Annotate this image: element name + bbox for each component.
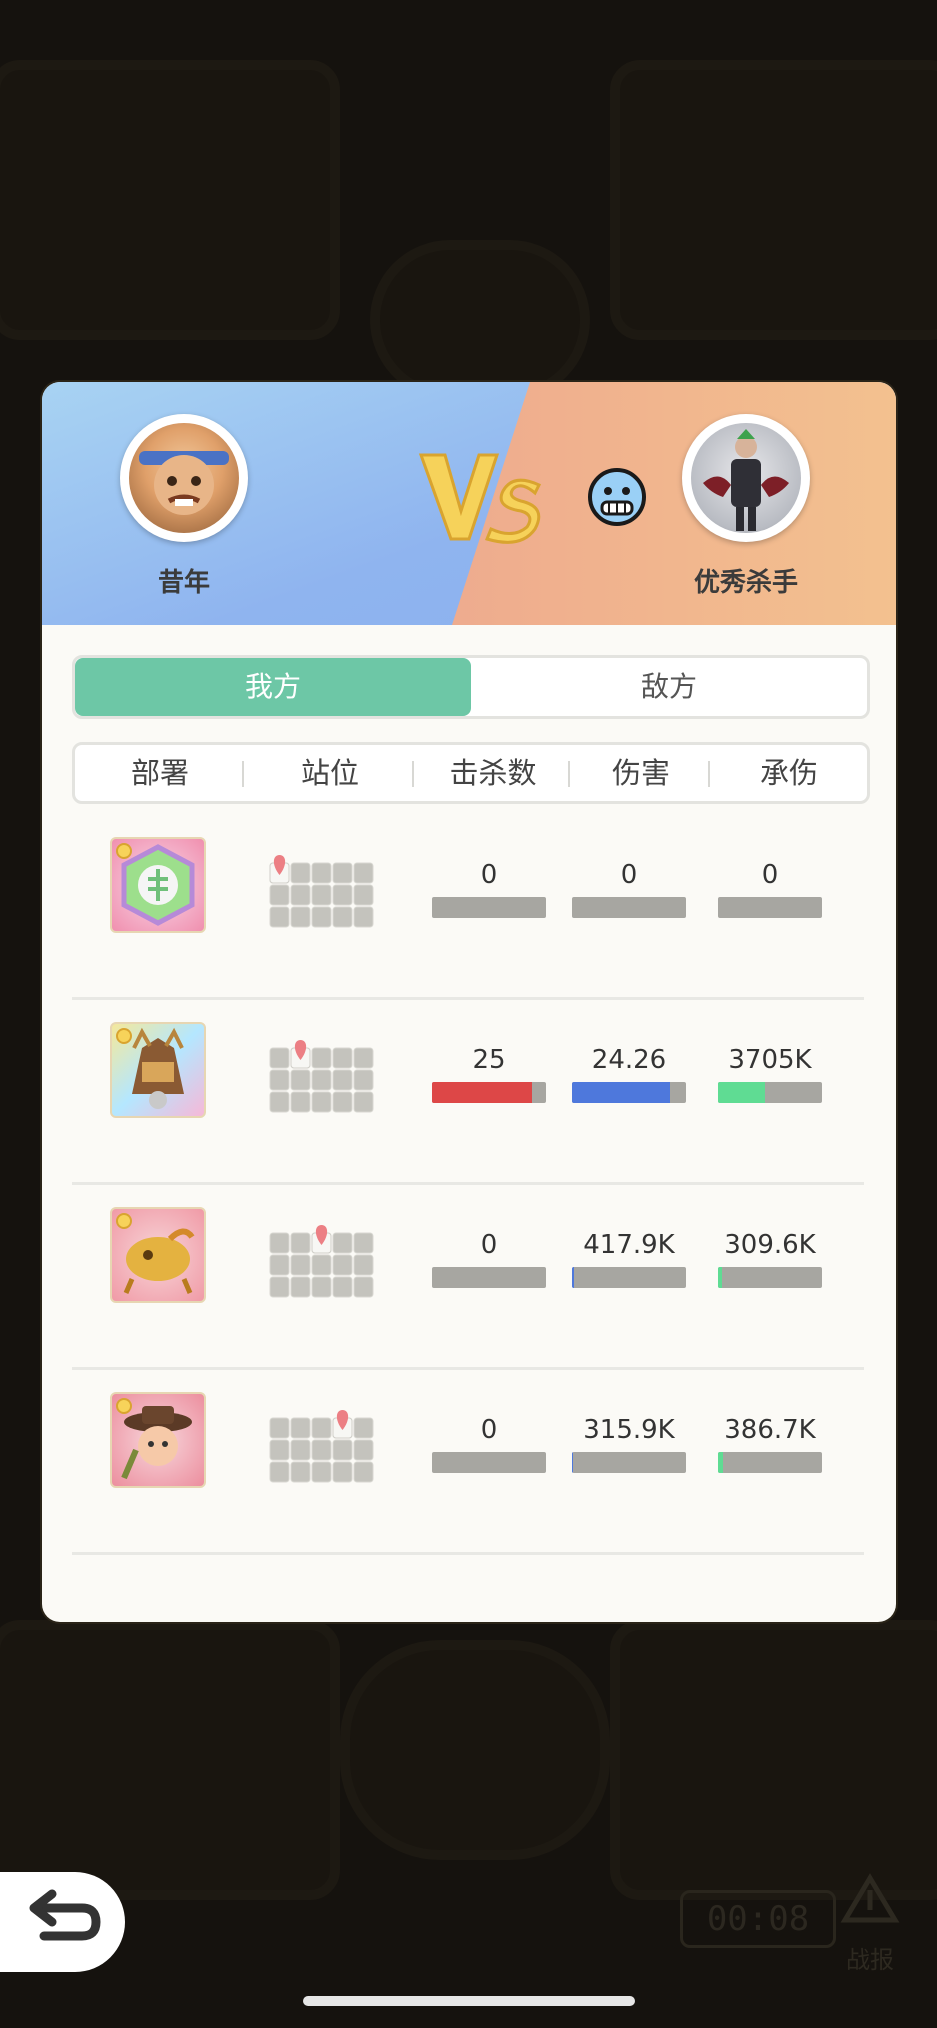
damage-bar [572, 1082, 686, 1103]
damage-taken-bar-fill [718, 1082, 765, 1103]
golden-dragon-icon [116, 1213, 195, 1294]
unit-row: 25 24.26 3705K [72, 1000, 864, 1185]
team-tabs: 我方 敌方 [72, 655, 870, 719]
unit-portrait[interactable] [110, 1392, 206, 1488]
column-divider [242, 761, 244, 787]
vs-emblem [417, 447, 547, 551]
position-grid [268, 1040, 378, 1118]
damage-taken-value: 0 [761, 860, 779, 890]
damage-bar-fill [572, 1267, 575, 1288]
unit-row: 0 0 0 [72, 815, 864, 1000]
damage-value: 315.9K [583, 1415, 675, 1445]
row-divider [72, 1552, 864, 1555]
column-divider [568, 761, 570, 787]
emotion-face-button[interactable] [587, 467, 647, 527]
column-damage-taken: 承伤 [759, 756, 818, 790]
damage-taken-bar [718, 897, 822, 918]
damage-value: 24.26 [591, 1045, 667, 1075]
kills-bar [432, 1452, 546, 1473]
damage-bar [572, 1267, 686, 1288]
unit-row: 0 417.9K 309.6K [72, 1185, 864, 1370]
tab-ours[interactable]: 我方 [75, 658, 471, 716]
position-grid [268, 1225, 378, 1303]
unit-row: 0 315.9K 386.7K [72, 1370, 864, 1555]
player-name: 昔年 [157, 568, 210, 598]
kills-value: 0 [480, 1230, 498, 1260]
unit-portrait[interactable] [110, 1022, 206, 1118]
opponent-avatar[interactable] [682, 414, 810, 542]
column-divider [708, 761, 710, 787]
damage-taken-value: 386.7K [724, 1415, 816, 1445]
crystal-rune-icon [116, 843, 195, 926]
position-grid [268, 1410, 378, 1488]
damage-bar [572, 897, 686, 918]
battle-report-button[interactable]: 战报 [830, 1870, 910, 1980]
battle-report-label: 战报 [846, 1946, 894, 1974]
unit-portrait[interactable] [110, 1207, 206, 1303]
column-divider [412, 761, 414, 787]
kills-bar [432, 897, 546, 918]
column-deploy: 部署 [130, 756, 189, 790]
kills-value: 25 [472, 1045, 506, 1075]
armored-beast-icon [116, 1027, 184, 1109]
damage-bar-fill [572, 1452, 574, 1473]
damage-bar [572, 1452, 686, 1473]
return-arrow-icon [29, 1889, 101, 1941]
damage-taken-bar [718, 1452, 822, 1473]
kills-value: 0 [480, 860, 498, 890]
home-indicator [303, 1996, 635, 2006]
scared-face-icon [588, 468, 646, 526]
assassin-hero-icon [703, 429, 789, 531]
damage-taken-value: 3705K [728, 1045, 812, 1075]
opponent-name: 优秀杀手 [693, 568, 798, 598]
damage-value: 0 [620, 860, 638, 890]
battle-timer: 00:08 [680, 1890, 836, 1948]
damage-taken-bar [718, 1267, 822, 1288]
player-avatar[interactable] [120, 414, 248, 542]
column-position: 站位 [300, 756, 359, 790]
column-kills: 击杀数 [449, 756, 537, 790]
damage-taken-bar-fill [718, 1452, 724, 1473]
tab-enemy[interactable]: 敌方 [471, 658, 867, 716]
column-header: 部署 站位 击杀数 伤害 承伤 [72, 742, 870, 804]
kills-bar-fill [432, 1082, 533, 1103]
kills-value: 0 [480, 1415, 498, 1445]
column-damage: 伤害 [611, 756, 670, 790]
battle-report-icon [840, 1873, 900, 1923]
vs-icon [418, 453, 542, 544]
damage-taken-value: 309.6K [724, 1230, 816, 1260]
damage-value: 417.9K [583, 1230, 675, 1260]
monkey-hero-icon [139, 451, 229, 515]
damage-taken-bar [718, 1082, 822, 1103]
position-grid [268, 855, 378, 933]
damage-taken-bar-fill [718, 1267, 723, 1288]
damage-bar-fill [572, 1082, 671, 1103]
kills-bar [432, 1267, 546, 1288]
back-button[interactable] [0, 1872, 125, 1972]
cowboy-girl-icon [116, 1398, 192, 1480]
unit-portrait[interactable] [110, 837, 206, 933]
kills-bar [432, 1082, 546, 1103]
versus-header: 昔年 优秀杀手 [42, 382, 896, 625]
battle-stats-panel: 昔年 优秀杀手 我方 敌方 部署 站位 击杀数 伤害 承伤 0 0 0 25 2… [42, 382, 896, 1622]
